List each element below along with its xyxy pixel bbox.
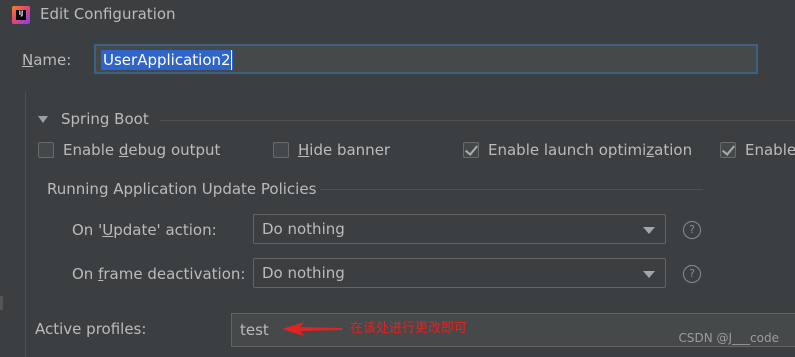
group-separator bbox=[320, 189, 703, 190]
update-policies-title: Running Application Update Policies bbox=[47, 180, 317, 198]
checkbox-label: Enable bbox=[745, 141, 795, 159]
checkbox-row: Enable debug output Hide banner Enable l… bbox=[0, 141, 795, 163]
section-separator bbox=[160, 120, 795, 121]
window-title: Edit Configuration bbox=[40, 5, 176, 23]
select-value: Do nothing bbox=[262, 264, 345, 282]
name-label: Name: bbox=[22, 51, 71, 69]
dropdown-arrow-icon bbox=[643, 227, 655, 234]
checkbox-box bbox=[38, 142, 54, 158]
help-icon[interactable]: ? bbox=[683, 221, 701, 239]
checkbox-label: Enable debug output bbox=[63, 141, 221, 159]
dropdown-arrow-icon bbox=[643, 271, 655, 278]
panel-divider bbox=[25, 92, 26, 357]
checkbox-label: Enable launch optimization bbox=[488, 141, 693, 159]
scroll-marker bbox=[0, 296, 3, 310]
name-input[interactable]: UserApplication2 bbox=[94, 44, 758, 74]
title-bar: IJ Edit Configuration bbox=[0, 0, 795, 30]
checkbox-label: Hide banner bbox=[298, 141, 391, 159]
checkbox-box bbox=[273, 142, 289, 158]
annotation-arrow-icon bbox=[282, 322, 342, 336]
watermark: CSDN @J___code bbox=[678, 331, 779, 345]
update-action-label: On 'Update' action: bbox=[72, 221, 217, 239]
select-value: Do nothing bbox=[262, 220, 345, 238]
annotation-text: 在该处进行更改即可 bbox=[350, 321, 468, 336]
frame-deactivation-label: On frame deactivation: bbox=[72, 265, 246, 283]
collapse-triangle-icon bbox=[38, 116, 48, 123]
text-caret bbox=[231, 50, 232, 70]
active-profiles-value: test bbox=[240, 321, 269, 339]
name-input-value: UserApplication2 bbox=[101, 50, 233, 70]
frame-deactivation-select[interactable]: Do nothing bbox=[253, 258, 666, 288]
active-profiles-label: Active profiles: bbox=[35, 320, 147, 338]
checkbox-checkmark-icon bbox=[463, 142, 479, 158]
logo-text: IJ bbox=[16, 10, 26, 20]
help-icon[interactable]: ? bbox=[683, 265, 701, 283]
name-label-mnemonic: N bbox=[22, 51, 34, 69]
name-label-rest: ame: bbox=[33, 51, 72, 69]
intellij-logo-icon: IJ bbox=[12, 6, 30, 24]
section-title: Spring Boot bbox=[61, 110, 149, 128]
checkbox-checkmark-icon bbox=[720, 142, 736, 158]
update-action-select[interactable]: Do nothing bbox=[253, 214, 666, 244]
